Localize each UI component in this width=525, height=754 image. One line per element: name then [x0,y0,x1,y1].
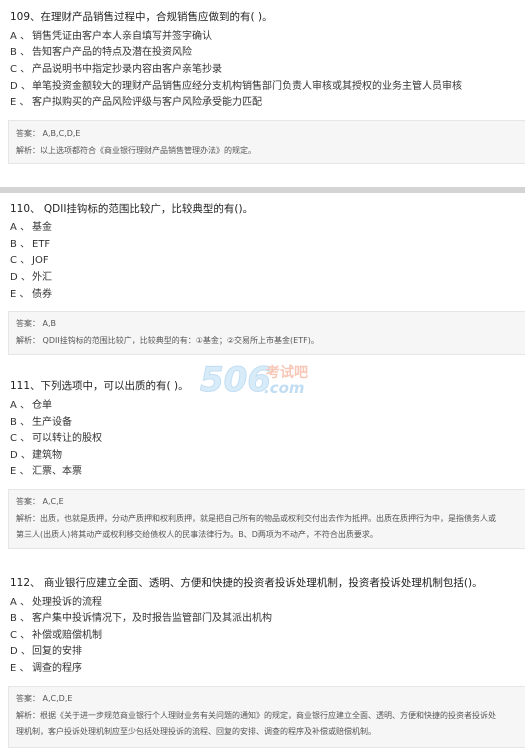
question-110-title: 110、 QDII挂钩标的范围比较广，比较典型的有()。 [10,203,254,215]
option-text: 单笔投资金额较大的理财产品销售应经分支机构销售部门负责人审核或其授权的业务主管人… [32,81,462,92]
q110-option-c: C 、 JOF [10,254,49,268]
option-letter: D 、 [10,81,31,92]
q109-option-e: E 、客户拟购买的产品风险评级与客户风险承受能力匹配 [10,96,262,110]
q109-option-d: D 、单笔投资金额较大的理财产品销售应经分支机构销售部门负责人审核或其授权的业务… [10,80,462,94]
q110-option-a: A 、基金 [10,221,52,235]
option-text: 调查的程序 [32,663,82,674]
q112-option-b: B 、客户集中投诉情况下，及时报告监管部门及其派出机构 [10,612,272,626]
q112-analysis-line: 解析：根据《关于进一步规范商业银行个人理财业务有关问题的通知》的规定，商业银行应… [16,711,496,720]
option-text: 外汇 [32,272,52,283]
q111-option-d: D 、建筑物 [10,449,62,463]
q111-option-e: E 、汇票、本票 [10,465,82,479]
q109-option-b: B 、告知客户产品的特点及潜在投资风险 [10,46,192,60]
q111-option-a: A 、仓单 [10,399,52,413]
option-text: 基金 [32,222,52,233]
option-text: 建筑物 [32,450,62,461]
option-letter: A 、 [10,400,31,411]
option-letter: B 、 [10,613,31,624]
section-divider [0,187,525,193]
q111-option-c: C 、可以转让的股权 [10,432,102,446]
option-text: 销售凭证由客户本人亲自填写并签字确认 [32,31,212,42]
option-text: 仓单 [32,400,52,411]
option-text: 汇票、本票 [32,466,82,477]
q111-analysis-line: 解析：出质，也就是质押，分动产质押和权利质押，就是把自己所有的物品或权利交付出去… [16,514,496,523]
option-letter: E 、 [10,289,30,300]
option-letter: A 、 [10,222,31,233]
q110-option-e: E 、债券 [10,288,52,302]
option-text: 产品说明书中指定抄录内容由客户亲笔抄录 [32,64,222,75]
q109-option-a: A 、销售凭证由客户本人亲自填写并签字确认 [10,30,212,44]
q110-option-d: D 、外汇 [10,271,52,285]
option-text: 生产设备 [32,417,72,428]
q112-option-a: A 、处理投诉的流程 [10,596,102,610]
option-letter: C 、 [10,255,31,266]
q110-option-b: B 、 ETF [10,238,50,252]
option-letter: B 、 [10,417,31,428]
option-text: 告知客户产品的特点及潜在投资风险 [32,47,192,58]
question-111-title: 111、下列选项中，可以出质的有( )。 [10,380,189,392]
option-letter: D 、 [10,450,31,461]
watermark-number: 506 [200,360,271,400]
option-text: 补偿或赔偿机制 [32,630,102,641]
q109-answer: 答案： A,B,C,D,E [16,129,81,138]
q110-answer-box [8,311,525,355]
option-text: 债券 [32,289,52,300]
q110-answer: 答案： A,B [16,319,57,328]
q109-analysis: 解析：以上选项都符合《商业银行理财产品销售管理办法》的规定。 [16,146,256,155]
option-letter: B 、 [10,239,31,250]
q111-analysis-line: 第三人(出质人)将其动产或权利移交给债权人的民事法律行为。B、D两项为不动产，不… [16,530,378,539]
option-letter: A 、 [10,31,31,42]
option-text: JOF [32,255,49,266]
option-text: 处理投诉的流程 [32,597,102,608]
watermark-domain: .com [264,379,305,397]
q110-analysis: 解析： QDII挂钩标的范围比较广，比较典型的有：①基金；②交易所上市基金(ET… [16,336,319,345]
option-letter: C 、 [10,433,31,444]
option-text: 回复的安排 [32,646,82,657]
q111-option-b: B 、生产设备 [10,416,72,430]
q112-option-c: C 、补偿或赔偿机制 [10,629,102,643]
option-text: ETF [32,239,51,250]
option-text: 客户拟购买的产品风险评级与客户风险承受能力匹配 [32,97,262,108]
q109-option-c: C 、产品说明书中指定抄录内容由客户亲笔抄录 [10,63,222,77]
option-letter: E 、 [10,466,30,477]
question-112-title: 112、 商业银行应建立全面、透明、方便和快捷的投资者投诉处理机制，投资者投诉处… [10,577,483,589]
option-letter: C 、 [10,630,31,641]
option-text: 客户集中投诉情况下，及时报告监管部门及其派出机构 [32,613,272,624]
q112-answer: 答案： A,C,D,E [16,694,73,703]
q112-option-d: D 、回复的安排 [10,645,82,659]
option-letter: D 、 [10,272,31,283]
option-letter: A 、 [10,597,31,608]
q112-option-e: E 、调查的程序 [10,662,82,676]
option-letter: D 、 [10,646,31,657]
option-letter: E 、 [10,97,30,108]
q111-answer: 答案： A,C,E [16,497,64,506]
watermark-logo: 506 考试吧 .com [200,360,309,401]
q112-analysis-line: 理机制，客户投诉处理机制应至少包括处理投诉的流程、回复的安排、调查的程序及补偿或… [16,727,376,736]
option-letter: B 、 [10,47,31,58]
option-text: 可以转让的股权 [32,433,102,444]
option-letter: E 、 [10,663,30,674]
option-letter: C 、 [10,64,31,75]
question-109-title: 109、在理财产品销售过程中，合规销售应做到的有( )。 [10,11,273,23]
